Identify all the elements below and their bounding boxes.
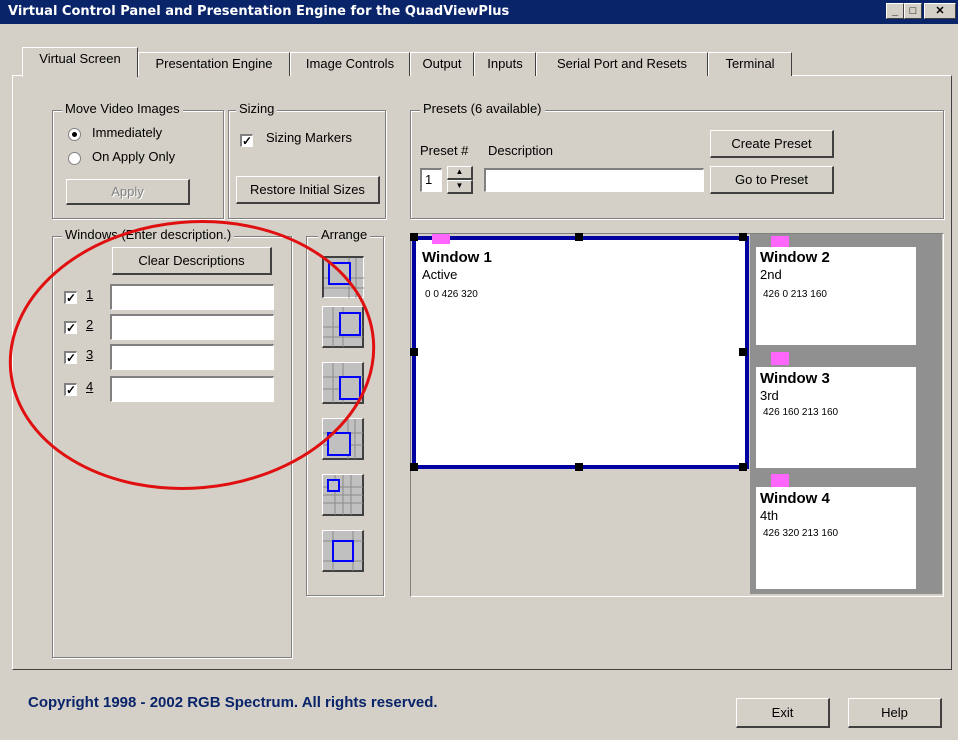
- layout-5-icon: [323, 475, 363, 515]
- radio-on-apply-label: On Apply Only: [92, 149, 176, 164]
- preset-number-field[interactable]: 1: [420, 168, 442, 192]
- create-preset-button[interactable]: Create Preset: [710, 130, 834, 158]
- arrange-layout-6-button[interactable]: [322, 530, 364, 572]
- restore-sizes-button[interactable]: Restore Initial Sizes: [236, 176, 380, 204]
- arrange-layout-4-button[interactable]: [322, 418, 364, 460]
- sizing-legend: Sizing: [236, 101, 278, 116]
- window-2-coords: 426 0 213 160: [763, 289, 827, 300]
- window-3-marker: [771, 352, 789, 365]
- presets-group: [410, 110, 944, 219]
- window-2-checkbox[interactable]: ✓: [64, 321, 77, 334]
- sizing-markers-label: Sizing Markers: [266, 130, 352, 145]
- window-1-description[interactable]: [110, 284, 274, 310]
- window-2-description[interactable]: [110, 314, 274, 340]
- window-3-coords: 426 160 213 160: [763, 407, 839, 418]
- tab-image-controls[interactable]: Image Controls: [290, 52, 410, 76]
- arrow-down-icon: ▼: [455, 181, 464, 190]
- size-handle[interactable]: [739, 348, 747, 356]
- copyright-text: Copyright 1998 - 2002 RGB Spectrum. All …: [28, 694, 438, 711]
- size-handle[interactable]: [410, 348, 418, 356]
- window-1-number: 1: [86, 287, 94, 302]
- window-4-title: Window 4: [760, 490, 830, 507]
- window-4-checkbox[interactable]: ✓: [64, 383, 77, 396]
- screen-window-1[interactable]: [412, 236, 749, 469]
- radio-immediately-label: Immediately: [92, 125, 163, 140]
- layout-4-icon: [323, 419, 363, 459]
- sizing-markers-checkbox[interactable]: ✓: [240, 134, 253, 147]
- apply-button[interactable]: Apply: [66, 179, 190, 205]
- layout-1-icon: [324, 258, 364, 298]
- window-4-sub: 4th: [760, 508, 779, 523]
- maximize-icon: □: [909, 5, 917, 17]
- window-2-number: 2: [86, 317, 94, 332]
- preset-description-field[interactable]: [484, 168, 704, 192]
- size-handle[interactable]: [739, 233, 747, 241]
- tab-serial-port-resets[interactable]: Serial Port and Resets: [536, 52, 708, 76]
- size-handle[interactable]: [575, 463, 583, 471]
- window-1-coords: 0 0 426 320: [425, 289, 478, 300]
- minimize-button[interactable]: _: [886, 3, 904, 19]
- clear-descriptions-button[interactable]: Clear Descriptions: [112, 247, 272, 275]
- window-1-marker: [432, 234, 450, 244]
- tab-terminal[interactable]: Terminal: [708, 52, 792, 76]
- maximize-button[interactable]: □: [904, 3, 922, 19]
- help-button[interactable]: Help: [848, 698, 942, 728]
- window-2-title: Window 2: [760, 249, 830, 266]
- arrange-layout-2-button[interactable]: [322, 306, 364, 348]
- window-1-checkbox[interactable]: ✓: [64, 291, 77, 304]
- arrange-legend: Arrange: [318, 227, 371, 242]
- window-3-number: 3: [86, 347, 94, 362]
- preset-up-button[interactable]: ▲: [447, 166, 473, 180]
- radio-on-apply[interactable]: [68, 152, 81, 165]
- window-2-sub: 2nd: [760, 267, 782, 282]
- preset-number-label: Preset #: [420, 143, 469, 158]
- tab-inputs[interactable]: Inputs: [474, 52, 536, 76]
- window-3-sub: 3rd: [760, 388, 779, 403]
- close-button[interactable]: ✕: [924, 3, 956, 19]
- window-4-number: 4: [86, 379, 94, 394]
- layout-6-icon: [323, 531, 363, 571]
- size-handle[interactable]: [739, 463, 747, 471]
- arrow-up-icon: ▲: [455, 167, 464, 176]
- size-handle[interactable]: [410, 233, 418, 241]
- tab-presentation-engine[interactable]: Presentation Engine: [138, 52, 290, 76]
- exit-button[interactable]: Exit: [736, 698, 830, 728]
- window-4-description[interactable]: [110, 376, 274, 402]
- windows-legend: Windows (Enter description.): [62, 227, 235, 242]
- arrange-layout-1-button[interactable]: [322, 256, 364, 298]
- window-2-marker: [771, 236, 789, 247]
- tab-output[interactable]: Output: [410, 52, 474, 76]
- window-3-checkbox[interactable]: ✓: [64, 351, 77, 364]
- window-3-description[interactable]: [110, 344, 274, 370]
- window-1-sub: Active: [422, 267, 458, 282]
- move-video-legend: Move Video Images: [62, 101, 183, 116]
- preset-down-button[interactable]: ▼: [447, 180, 473, 194]
- radio-immediately[interactable]: [68, 128, 81, 141]
- arrange-layout-5-button[interactable]: [322, 474, 364, 516]
- window-4-coords: 426 320 213 160: [763, 528, 839, 539]
- minimize-icon: _: [891, 5, 899, 17]
- size-handle[interactable]: [575, 233, 583, 241]
- close-icon: ✕: [935, 5, 945, 17]
- window-1-title: Window 1: [422, 249, 492, 266]
- layout-3-icon: [323, 363, 363, 403]
- window-3-title: Window 3: [760, 370, 830, 387]
- tab-virtual-screen[interactable]: Virtual Screen: [22, 47, 138, 77]
- presets-legend: Presets (6 available): [420, 101, 545, 116]
- arrange-layout-3-button[interactable]: [322, 362, 364, 404]
- go-to-preset-button[interactable]: Go to Preset: [710, 166, 834, 194]
- size-handle[interactable]: [410, 463, 418, 471]
- window-4-marker: [771, 474, 789, 487]
- description-label: Description: [488, 143, 554, 158]
- window-title: Virtual Control Panel and Presentation E…: [8, 4, 510, 19]
- layout-2-icon: [323, 307, 363, 347]
